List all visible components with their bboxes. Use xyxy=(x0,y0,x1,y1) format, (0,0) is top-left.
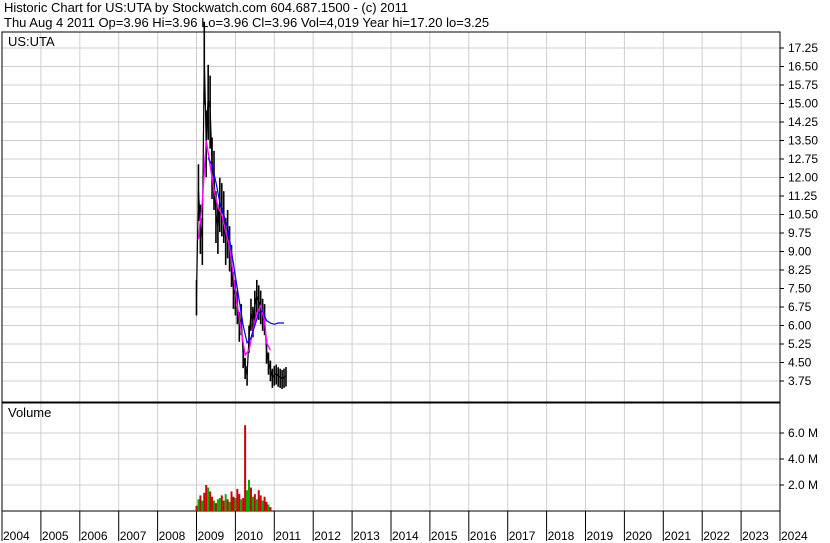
volume-bar xyxy=(203,492,206,511)
volume-bar xyxy=(261,500,264,511)
year-tick-label: 2015 xyxy=(431,529,458,543)
price-tick-label: 6.75 xyxy=(788,300,812,314)
volume-bar xyxy=(216,499,219,511)
year-tick-label: 2019 xyxy=(587,529,614,543)
volume-bar xyxy=(222,500,225,511)
year-tick-label: 2012 xyxy=(314,529,341,543)
year-tick-label: 2016 xyxy=(470,529,497,543)
volume-bar xyxy=(232,496,235,511)
price-tick-label: 4.50 xyxy=(788,356,812,370)
volume-bar xyxy=(251,496,254,511)
volume-tick-label: 4.0 M xyxy=(788,452,818,466)
year-tick-label: 2007 xyxy=(120,529,147,543)
year-tick-label: 2011 xyxy=(275,529,301,543)
volume-bar xyxy=(255,499,258,511)
volume-bar xyxy=(211,496,214,511)
volume-bar xyxy=(197,499,200,511)
short-moving-average-line xyxy=(197,140,272,357)
year-tick-label: 2005 xyxy=(42,529,69,543)
volume-bar xyxy=(253,494,256,511)
volume-series xyxy=(195,425,272,511)
volume-bar xyxy=(269,507,272,511)
stock-chart: US:UTA Volume 17.2516.5015.7515.0014.251… xyxy=(1,21,818,543)
price-tick-label: 9.75 xyxy=(788,226,812,240)
volume-bar xyxy=(263,496,266,511)
price-tick-label: 12.75 xyxy=(788,152,818,166)
price-tick-label: 11.25 xyxy=(788,189,817,203)
price-tick-label: 8.25 xyxy=(788,263,812,277)
volume-tick-label: 2.0 M xyxy=(788,478,818,492)
volume-bar xyxy=(240,499,243,511)
volume-tick-label: 6.0 M xyxy=(788,426,818,440)
price-tick-label: 15.75 xyxy=(788,78,818,92)
volume-axis-ticks: 6.0 M 4.0 M 2.0 M xyxy=(780,426,818,492)
year-tick-label: 2006 xyxy=(81,529,108,543)
year-tick-label: 2024 xyxy=(781,529,808,543)
year-tick-label: 2018 xyxy=(548,529,575,543)
volume-bar xyxy=(236,488,239,511)
price-tick-label: 12.00 xyxy=(788,171,818,185)
volume-bar xyxy=(267,504,270,511)
year-tick-label: 2004 xyxy=(3,529,30,543)
volume-bar xyxy=(218,498,221,511)
year-tick-label: 2009 xyxy=(198,529,225,543)
volume-bar xyxy=(220,495,223,511)
year-tick-label: 2020 xyxy=(625,529,652,543)
volume-bar xyxy=(201,500,204,511)
year-tick-label: 2013 xyxy=(353,529,380,543)
price-tick-label: 3.75 xyxy=(788,374,812,388)
price-series xyxy=(195,21,287,389)
price-tick-label: 6.00 xyxy=(788,319,812,333)
price-axis-ticks: 17.25 16.50 15.75 15.00 14.25 13.50 12.75 12.00… xyxy=(780,41,818,388)
volume-bar xyxy=(249,487,252,511)
year-tick-label: 2023 xyxy=(742,529,769,543)
price-tick-label: 5.25 xyxy=(788,337,812,351)
volume-bar xyxy=(244,425,247,511)
volume-bar xyxy=(242,498,245,511)
year-axis-ticks: 2004 2005 2006 2007 2008 2009 2010 2011 2012 2013… xyxy=(1,511,808,543)
volume-bar xyxy=(265,501,268,511)
price-tick-label: 7.50 xyxy=(788,282,812,296)
volume-bar xyxy=(214,503,217,511)
volume-bar xyxy=(199,495,202,511)
price-tick-label: 16.50 xyxy=(788,60,818,74)
price-tick-label: 15.00 xyxy=(788,97,818,111)
year-tick-label: 2008 xyxy=(159,529,186,543)
year-tick-label: 2022 xyxy=(703,529,730,543)
volume-bar xyxy=(226,499,229,511)
volume-bar xyxy=(209,491,212,511)
volume-bar xyxy=(224,494,227,511)
volume-bar xyxy=(248,479,251,511)
year-tick-label: 2017 xyxy=(509,529,536,543)
volume-bar xyxy=(234,498,237,511)
volume-label: Volume xyxy=(8,405,51,420)
grid-lines xyxy=(1,32,781,511)
price-tick-label: 10.50 xyxy=(788,208,818,222)
volume-bar xyxy=(246,490,249,511)
volume-bar xyxy=(207,487,210,511)
symbol-label: US:UTA xyxy=(8,34,55,49)
price-tick-label: 14.25 xyxy=(788,115,818,129)
chart-page: Historic Chart for US:UTA by Stockwatch.… xyxy=(0,0,830,543)
volume-bar xyxy=(259,495,262,511)
volume-bar xyxy=(230,491,233,511)
volume-bar xyxy=(228,501,231,511)
volume-bar xyxy=(213,500,216,511)
price-tick-label: 13.50 xyxy=(788,134,818,148)
year-tick-label: 2014 xyxy=(392,529,419,543)
volume-bar xyxy=(238,494,241,511)
volume-bar xyxy=(205,485,208,511)
price-tick-label: 17.25 xyxy=(788,41,818,55)
volume-bar xyxy=(257,490,260,511)
year-tick-label: 2021 xyxy=(664,529,691,543)
year-tick-label: 2010 xyxy=(236,529,263,543)
volume-bar xyxy=(195,505,198,511)
price-tick-label: 9.00 xyxy=(788,245,812,259)
